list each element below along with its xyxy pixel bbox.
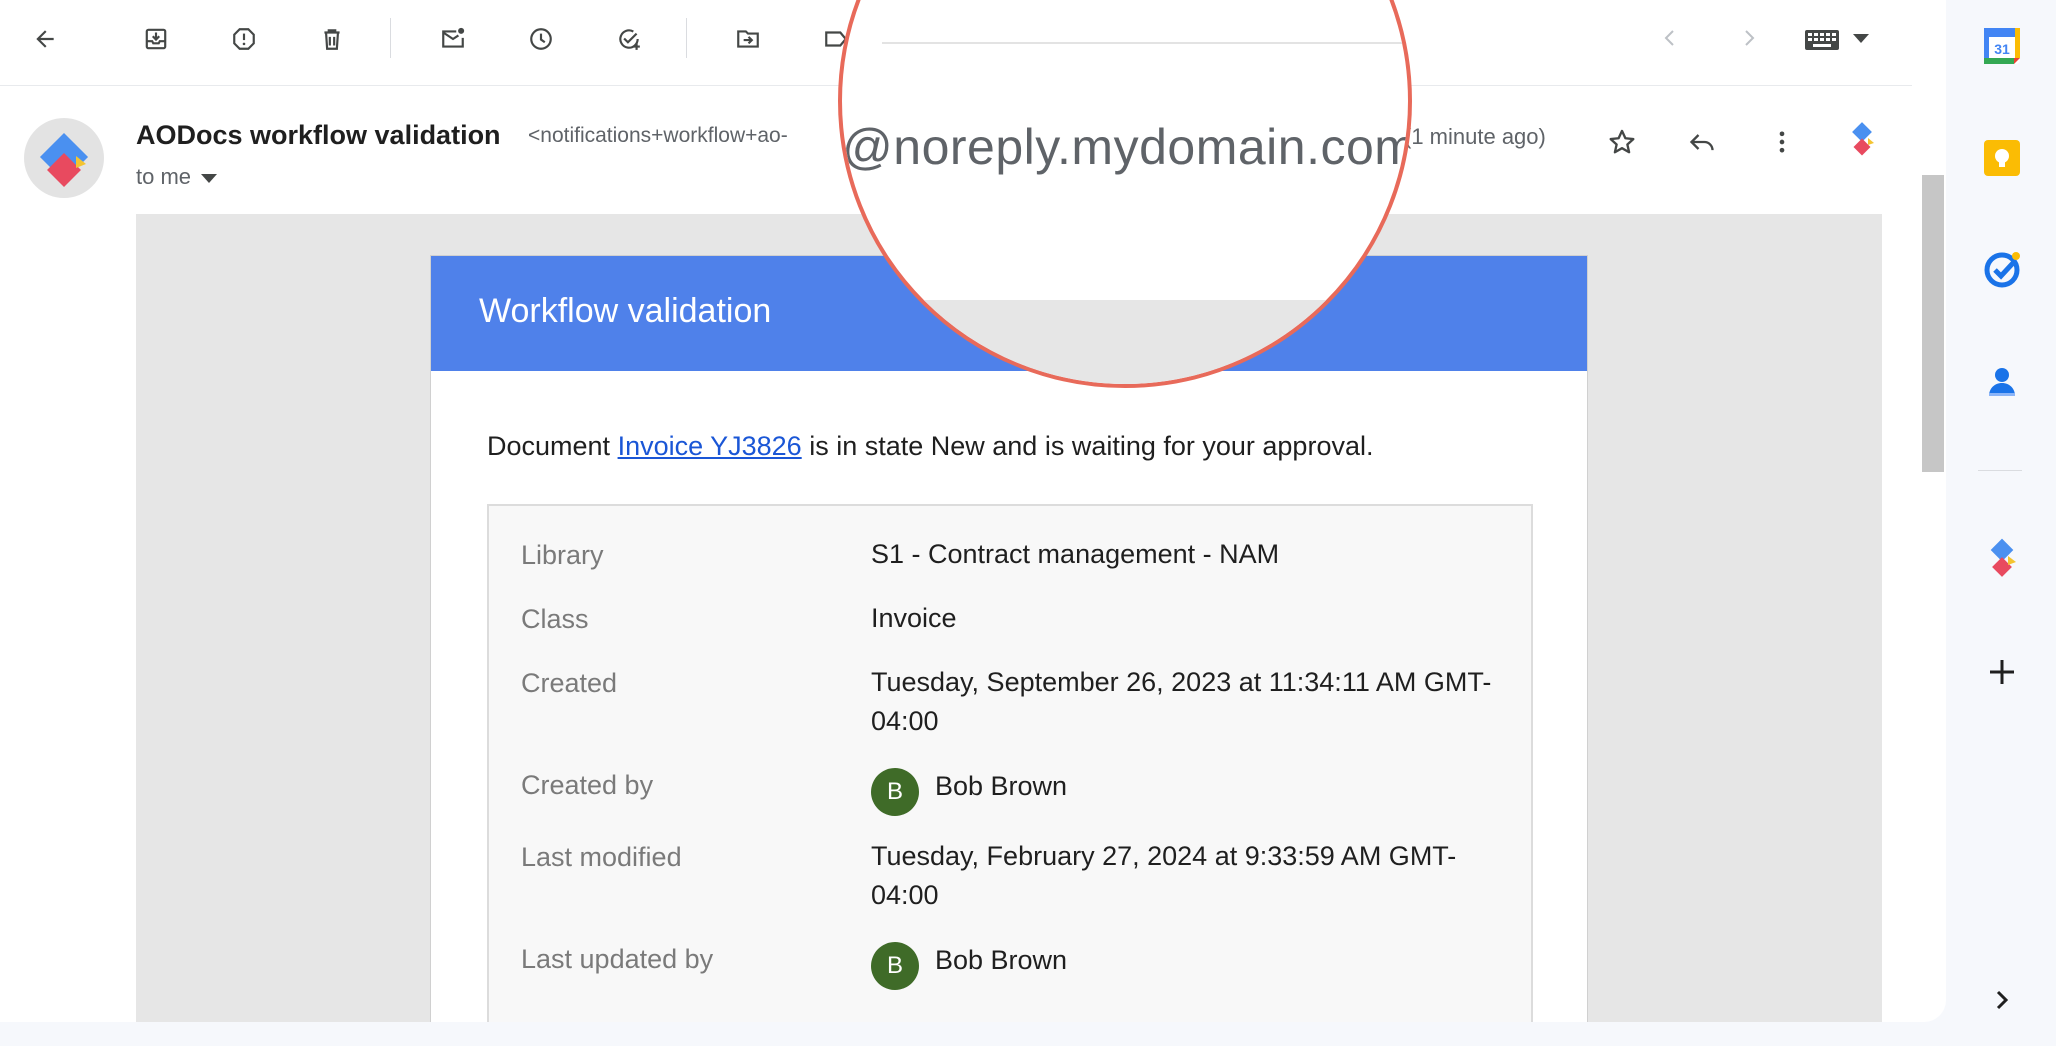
intro-after: is in state New and is waiting for your … <box>801 431 1374 461</box>
add-to-tasks-icon <box>619 29 640 50</box>
archive-icon <box>145 28 167 50</box>
document-link[interactable]: Invoice YJ3826 <box>618 431 802 461</box>
sender-avatar <box>24 118 104 198</box>
email-view: AODocs workflow validation <notification… <box>0 0 1946 1022</box>
prop-label-last-updated-by: Last updated by <box>521 944 714 974</box>
keep-icon <box>1984 140 2020 176</box>
email-timestamp: (1 minute ago) <box>1404 124 1546 149</box>
magnifier-body-band <box>912 300 1372 384</box>
report-spam-button[interactable] <box>219 14 267 62</box>
keyboard-icon <box>1805 30 1839 50</box>
prop-value-created-by: Bob Brown <box>935 771 1068 801</box>
chevron-down-icon <box>1853 34 1869 43</box>
prop-value-created: Tuesday, September 26, 2023 at 11:34:11 … <box>871 667 1492 736</box>
document-properties: Library S1 - Contract management - NAM C… <box>487 504 1533 1022</box>
star-icon <box>1609 129 1635 154</box>
to-label: to me <box>136 164 192 189</box>
snooze-icon <box>530 28 552 50</box>
aodocs-logo-icon <box>1852 122 1874 156</box>
prop-value-class: Invoice <box>871 603 957 633</box>
older-chevron-icon <box>1745 30 1755 46</box>
aodocs-logo-icon <box>39 132 89 187</box>
expand-side-panel-button[interactable] <box>1978 976 2026 1024</box>
toolbar-divider <box>686 18 687 58</box>
get-addons-button[interactable] <box>1978 648 2026 696</box>
prop-value-library: S1 - Contract management - NAM <box>871 539 1280 569</box>
add-to-tasks-button[interactable] <box>604 14 652 62</box>
older-button[interactable] <box>1729 18 1769 58</box>
mark-unread-icon <box>442 27 465 48</box>
contacts-icon <box>1989 368 2015 396</box>
aodocs-sidebar-button[interactable] <box>1978 536 2026 584</box>
intro-before: Document <box>487 431 618 461</box>
intro-text: Document Invoice YJ3826 is in state New … <box>487 431 1373 462</box>
magnified-sender-email: @noreply.mydomain.com> <box>842 119 1412 175</box>
mark-unread-button[interactable] <box>428 14 476 62</box>
sender-email: <notifications+workflow+ao- <box>528 124 788 147</box>
report-spam-icon <box>233 28 255 50</box>
calendar-icon: 31 <box>1984 28 2020 64</box>
recipients-toggle[interactable]: to me <box>136 164 218 190</box>
toolbar-divider <box>390 18 391 58</box>
scrollbar-thumb[interactable] <box>1922 175 1944 472</box>
newer-chevron-icon <box>1664 30 1674 46</box>
keep-app-button[interactable] <box>1978 134 2026 182</box>
side-panel-divider <box>1978 470 2022 471</box>
calendar-app-button[interactable]: 31 <box>1978 22 2026 70</box>
archive-button[interactable] <box>131 14 179 62</box>
prop-value-last-updated-by: Bob Brown <box>935 945 1068 975</box>
aodocs-addon-icon <box>1990 538 2016 577</box>
input-tools-button[interactable] <box>1800 20 1880 60</box>
reply-icon <box>1689 134 1714 151</box>
back-arrow-icon <box>36 30 54 48</box>
calendar-day: 31 <box>1994 41 2010 57</box>
reply-button[interactable] <box>1678 118 1726 166</box>
sender-name[interactable]: AODocs workflow validation <box>136 120 501 151</box>
card-title: Workflow validation <box>479 292 772 330</box>
prop-label-last-modified: Last modified <box>521 842 682 872</box>
snooze-button[interactable] <box>516 14 564 62</box>
prop-label-created: Created <box>521 668 618 698</box>
add-addon-icon <box>1990 660 2014 684</box>
back-button[interactable] <box>20 14 68 62</box>
chevron-down-icon <box>201 173 218 183</box>
expand-panel-icon <box>1996 990 2009 1010</box>
magnifier-overlay: @noreply.mydomain.com> <box>838 0 1412 388</box>
prop-label-created-by: Created by <box>521 770 654 800</box>
move-to-button[interactable] <box>723 14 771 62</box>
avatar: B <box>871 768 919 816</box>
delete-icon <box>324 29 340 50</box>
aodocs-addon-button[interactable] <box>1838 118 1886 166</box>
move-to-icon <box>737 30 759 48</box>
tasks-icon <box>1984 252 2020 288</box>
newer-button[interactable] <box>1650 18 1690 58</box>
delete-button[interactable] <box>307 14 355 62</box>
avatar: B <box>871 942 919 990</box>
star-button[interactable] <box>1598 118 1646 166</box>
prop-label-library: Library <box>521 540 604 570</box>
prop-label-class: Class <box>521 604 589 634</box>
magnifier-divider <box>882 42 1408 44</box>
prop-value-last-modified: Tuesday, February 27, 2024 at 9:33:59 AM… <box>871 841 1457 910</box>
more-options-button[interactable] <box>1758 118 1806 166</box>
tasks-app-button[interactable] <box>1978 246 2026 294</box>
more-vert-icon <box>1779 131 1785 153</box>
contacts-app-button[interactable] <box>1978 358 2026 406</box>
